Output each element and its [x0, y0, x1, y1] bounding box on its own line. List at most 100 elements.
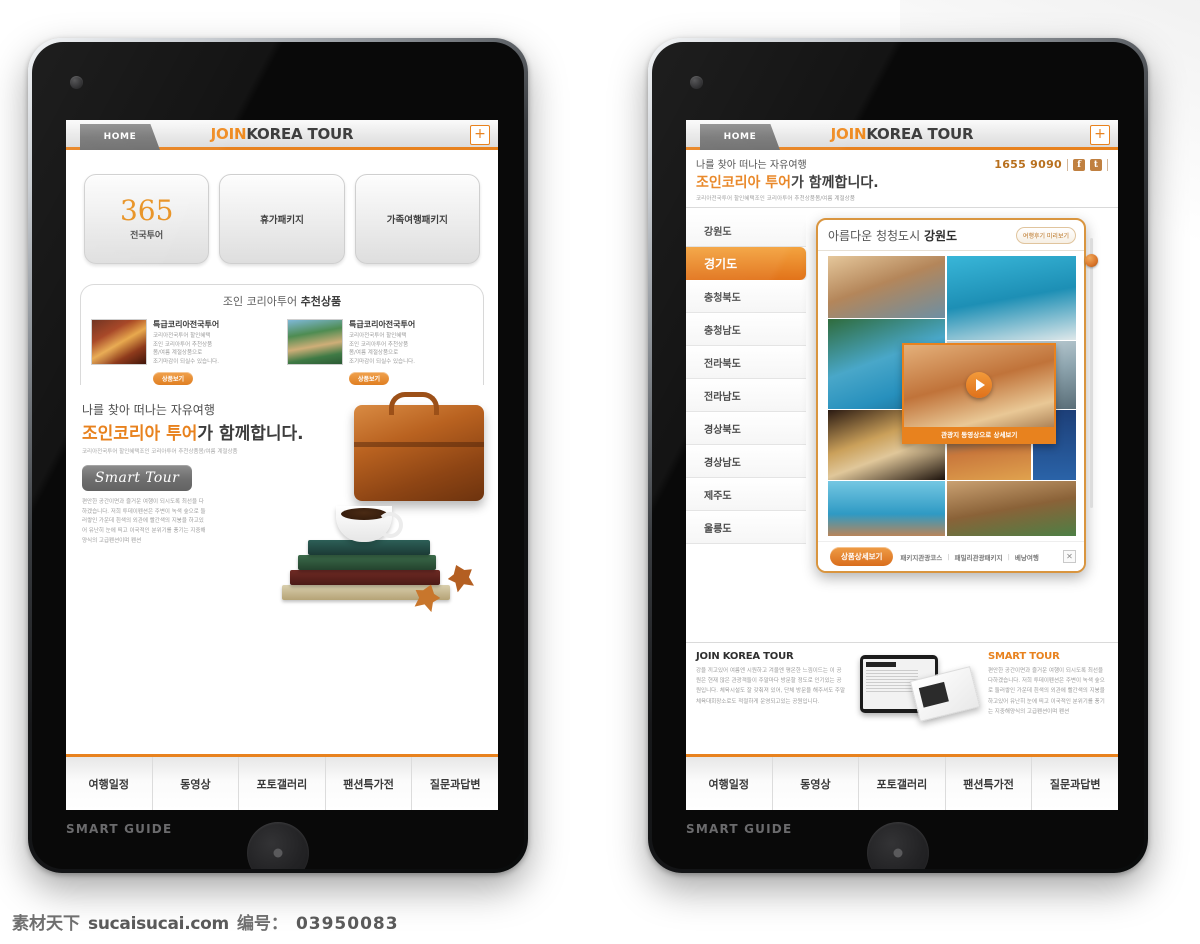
product-thumbnail-image: [287, 319, 343, 365]
scrollbar-thumb[interactable]: [1085, 254, 1098, 267]
promo-line2-highlight: 조인코리아 투어: [82, 424, 198, 445]
collage-photo: [828, 481, 945, 536]
phone-number: 1655 9090: [994, 158, 1062, 171]
category-card-family[interactable]: 가족여행패키지: [354, 174, 480, 264]
home-button-right[interactable]: [867, 822, 929, 869]
category-family-label: 가족여행패키지: [386, 215, 448, 226]
home-tab[interactable]: HOME: [700, 124, 780, 150]
region-item-chungnam[interactable]: 충청남도: [686, 313, 806, 346]
screen-body-right: 강원도 경기도 충청북도 충청남도 전라북도 전라남도 경상북도 경상남도 제주…: [686, 208, 1118, 754]
twitter-icon[interactable]: t: [1090, 158, 1102, 171]
category-365-number: 365: [119, 194, 174, 227]
recommended-item[interactable]: 특급코리아전국투어 코리아전국투어 할인혜택 조인 코리아투어 추천상품 봄/여…: [287, 319, 473, 386]
divider: [1107, 158, 1108, 171]
category-card-vacation[interactable]: 휴가패키지: [219, 174, 345, 264]
device-label-right: SMART GUIDE: [686, 822, 793, 836]
tablet-bezel-left: HOME JOINKOREA TOUR + 365 전국투어 휴가패키지 가족여…: [32, 42, 524, 869]
popup-header: 아름다운 청청도시 강원도 여행후기 미리보기: [818, 220, 1084, 251]
region-item-ulleung[interactable]: 울릉도: [686, 511, 806, 544]
category-card-365[interactable]: 365 전국투어: [84, 174, 210, 264]
subheader-line2-rest: 가 함께합니다.: [791, 175, 879, 191]
category-row: 365 전국투어 휴가패키지 가족여행패키지: [66, 150, 498, 276]
product-text: 특급코리아전국투어 코리아전국투어 할인혜택 조인 코리아투어 추천상품 봄/여…: [153, 319, 277, 386]
book-item: [308, 540, 430, 556]
popup-title-normal: 아름다운 청청도시: [828, 229, 924, 243]
brand-korea-tour: KOREA TOUR: [246, 124, 354, 143]
popup-title: 아름다운 청청도시 강원도: [828, 227, 957, 244]
tab-photo-gallery[interactable]: 포토갤러리: [859, 757, 946, 810]
plus-icon: +: [1094, 126, 1106, 142]
subheader-line3: 코리아전국투어 할인혜택조인 코리아투어 추천상품봄/여름 계절상품: [696, 196, 855, 202]
screenshot-canvas: HOME JOINKOREA TOUR + 365 전국투어 휴가패키지 가족여…: [0, 0, 1200, 944]
brand-join: JOIN: [830, 124, 867, 143]
tab-pension-deals[interactable]: 팬션특가전: [326, 757, 413, 810]
recommended-items: 특급코리아전국투어 코리아전국투어 할인혜택 조인 코리아투어 추천상품 봄/여…: [91, 315, 473, 386]
link-separator: |: [1007, 552, 1010, 561]
tab-qna[interactable]: 질문과답변: [412, 757, 498, 810]
books-stack-image: [282, 506, 452, 601]
brand-logo: JOINKOREA TOUR: [831, 125, 974, 143]
leaf-icon: [411, 581, 444, 614]
info-left-heading: JOIN KOREA TOUR: [696, 651, 794, 662]
tab-qna[interactable]: 질문과답변: [1032, 757, 1118, 810]
home-button-left[interactable]: [247, 822, 309, 869]
plus-icon: +: [474, 126, 486, 142]
info-device-illustration: [856, 651, 981, 746]
link-separator: |: [947, 552, 950, 561]
collage-photo: [947, 481, 1076, 536]
close-icon[interactable]: ✕: [1063, 550, 1076, 563]
divider: [1067, 158, 1068, 171]
video-preview-card[interactable]: 관광지 동영상으로 상세보기: [902, 342, 1057, 444]
tab-photo-gallery[interactable]: 포토갤러리: [239, 757, 326, 810]
tab-pension-deals[interactable]: 팬션특가전: [946, 757, 1033, 810]
site-header: HOME JOINKOREA TOUR +: [686, 120, 1118, 150]
recommended-item[interactable]: 특급코리아전국투어 코리아전국투어 할인혜택 조인 코리아투어 추천상품 봄/여…: [91, 319, 277, 386]
bottom-tab-bar: 여행일정 동영상 포토갤러리 팬션특가전 질문과답변: [66, 754, 498, 810]
tablet-bezel-right: HOME JOINKOREA TOUR + 나를 찾아 떠나는 자유여행 조인코…: [652, 42, 1144, 869]
region-item-chungbuk[interactable]: 충청북도: [686, 280, 806, 313]
device-label-left: SMART GUIDE: [66, 822, 173, 836]
watermark-id-value: 03950083: [295, 914, 399, 934]
facebook-icon[interactable]: f: [1073, 158, 1085, 171]
add-button[interactable]: +: [470, 125, 490, 145]
region-item-jeonnam[interactable]: 전라남도: [686, 379, 806, 412]
watermark-domain: sucaisucai.com: [88, 914, 229, 934]
region-item-gangwon[interactable]: 강원도: [686, 214, 806, 247]
review-preview-button[interactable]: 여행후기 미리보기: [1015, 227, 1076, 244]
play-icon[interactable]: [966, 372, 993, 399]
add-button[interactable]: +: [1090, 125, 1110, 145]
home-tab[interactable]: HOME: [80, 124, 160, 150]
tab-itinerary[interactable]: 여행일정: [66, 757, 153, 810]
watermark-id-label: 编号：: [236, 914, 288, 934]
smart-tour-button[interactable]: Smart Tour: [82, 465, 192, 492]
video-caption: 관광지 동영상으로 상세보기: [904, 426, 1055, 442]
contact-area: 1655 9090 f t: [994, 158, 1108, 171]
book-item: [282, 585, 450, 601]
product-view-button[interactable]: 상품보기: [349, 372, 390, 386]
product-view-button[interactable]: 상품보기: [153, 372, 194, 386]
info-right-heading: SMART TOUR: [988, 651, 1060, 662]
tab-video[interactable]: 동영상: [773, 757, 860, 810]
tab-video[interactable]: 동영상: [153, 757, 240, 810]
brand-korea-tour: KOREA TOUR: [866, 124, 974, 143]
tab-itinerary[interactable]: 여행일정: [686, 757, 773, 810]
region-item-gyeonggi[interactable]: 경기도: [686, 247, 806, 280]
region-item-jeju[interactable]: 제주도: [686, 478, 806, 511]
link-family-package[interactable]: 패밀리관광패키지: [955, 552, 1003, 562]
info-left-body: 강을 끼고있어 여름엔 시원하고 겨울엔 평온한 느낌이드는 이 공원은 현재 …: [696, 668, 846, 705]
popup-scrollbar[interactable]: [1085, 238, 1098, 508]
collage-grid: 관광지 동영상으로 상세보기: [828, 256, 1076, 536]
link-package-course[interactable]: 패키지관광코스: [900, 552, 942, 562]
site-header: HOME JOINKOREA TOUR +: [66, 120, 498, 150]
region-item-gyeongbuk[interactable]: 경상북도: [686, 412, 806, 445]
promo-body-text: 편안한 공간이면과 즐거운 여행이 되시도록 최선을 다하겠습니다. 저희 투데…: [82, 499, 206, 544]
region-item-jeonbuk[interactable]: 전라북도: [686, 346, 806, 379]
region-item-gyeongnam[interactable]: 경상남도: [686, 445, 806, 478]
home-button-dot: [893, 848, 903, 858]
front-camera-icon: [70, 76, 83, 89]
link-backpacking[interactable]: 베낭여행: [1015, 552, 1039, 562]
screen-left: HOME JOINKOREA TOUR + 365 전국투어 휴가패키지 가족여…: [66, 120, 498, 810]
bottom-tab-bar: 여행일정 동영상 포토갤러리 팬션특가전 질문과답변: [686, 754, 1118, 810]
info-right-body: 편안한 공간이면과 즐거운 여행이 되시도록 최선을 다하겠습니다. 저희 투데…: [988, 668, 1105, 715]
product-detail-button[interactable]: 상품상세보기: [830, 547, 894, 566]
